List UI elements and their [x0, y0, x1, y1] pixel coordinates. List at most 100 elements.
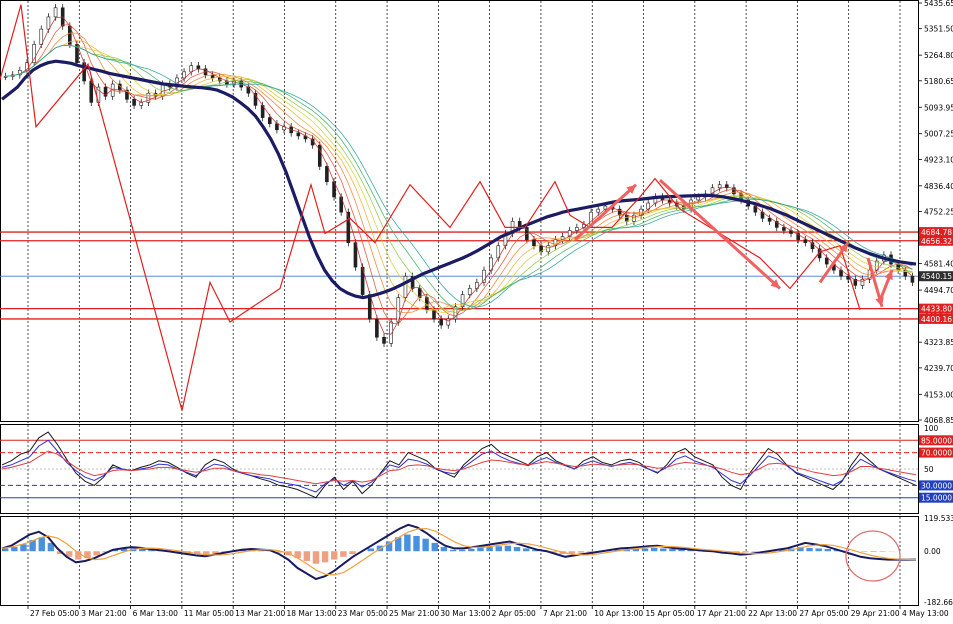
candle-body[interactable]: [447, 319, 450, 325]
candle-body[interactable]: [47, 17, 50, 29]
candle-body[interactable]: [804, 240, 807, 243]
price-axis: 5435.655351.505264.805180.655093.955007.…: [918, 0, 953, 607]
oscillator-level-label: 70.0000: [921, 449, 952, 458]
macd-histogram-bar: [322, 551, 328, 562]
candle-body[interactable]: [911, 276, 914, 282]
y-tick-label: 4752.25: [924, 208, 953, 217]
macd-histogram-bar: [422, 539, 428, 552]
y-tick-label: 5351.50: [924, 25, 953, 34]
oscillator-level-label: 85.0000: [921, 436, 952, 445]
x-tick-label: 25 Mar 21:00: [389, 609, 439, 618]
x-tick-label: 17 Apr 21:00: [697, 609, 746, 618]
y-tick-label: 4323.85: [924, 338, 953, 347]
macd-histogram-bar: [825, 549, 831, 551]
macd-histogram-bar: [20, 544, 26, 551]
price-tag: 4656.32: [919, 236, 953, 246]
macd-histogram-bar: [304, 551, 310, 561]
price-tag: 4433.80: [919, 304, 953, 314]
oscillator-tick-label: 50: [924, 465, 934, 474]
macd-histogram-bar: [441, 547, 447, 551]
y-tick-label: 4581.40: [924, 260, 953, 269]
x-tick-label: 3 Mar 21:00: [81, 609, 127, 618]
candle-body[interactable]: [825, 258, 828, 264]
macd-histogram-bar: [39, 537, 45, 551]
candle-body[interactable]: [40, 29, 43, 44]
candle-body[interactable]: [433, 310, 436, 319]
macd-histogram-bar: [496, 546, 502, 551]
candle-body[interactable]: [354, 243, 357, 267]
y-tick-label: 5435.65: [924, 0, 953, 8]
price-tag: 4400.16: [919, 314, 953, 324]
trading-chart[interactable]: 5435.655351.505264.805180.655093.955007.…: [0, 0, 953, 620]
chart-canvas[interactable]: 5435.655351.505264.805180.655093.955007.…: [0, 0, 953, 620]
x-tick-label: 13 Mar 21:00: [235, 609, 285, 618]
macd-tick-label: 119.5334: [924, 514, 953, 523]
candle-body[interactable]: [268, 118, 271, 124]
y-tick-label: 5093.95: [924, 103, 953, 112]
price-panel-frame: [1, 1, 919, 422]
candle-body[interactable]: [468, 288, 471, 294]
x-tick-label: 23 Mar 05:00: [338, 609, 388, 618]
price-tag: 4684.78: [919, 227, 953, 237]
candle-body[interactable]: [404, 276, 407, 297]
macd-histogram-bar: [486, 547, 492, 551]
macd-histogram-bar: [331, 551, 337, 559]
macd-histogram-bar: [93, 551, 99, 555]
macd-histogram-bar: [870, 551, 876, 552]
x-tick-label: 10 Apr 13:00: [594, 609, 643, 618]
candle-body[interactable]: [768, 218, 771, 221]
macd-tick-label: -182.6615: [924, 598, 953, 607]
y-tick-label: 4923.10: [924, 155, 953, 164]
x-tick-label: 6 Mar 13:00: [133, 609, 179, 618]
candle-body[interactable]: [183, 72, 186, 78]
macd-histogram-bar: [459, 550, 465, 551]
candle-body[interactable]: [54, 8, 57, 17]
macd-histogram-bar: [468, 549, 474, 551]
price-tag-label: 4433.80: [921, 305, 952, 314]
macd-histogram-bar: [669, 549, 675, 551]
x-tick-label: 18 Mar 13:00: [286, 609, 336, 618]
time-axis: 27 Feb 05:003 Mar 21:006 Mar 13:0011 Mar…: [28, 605, 949, 618]
x-tick-label: 27 Feb 05:00: [30, 609, 79, 618]
macd-histogram-bar: [505, 546, 511, 552]
candle-body[interactable]: [575, 227, 578, 230]
candle-body[interactable]: [718, 185, 721, 188]
macd-histogram-bar: [313, 551, 319, 564]
macd-tick-label: 0.00: [924, 547, 941, 556]
oscillator-level-tag: 30.0000: [919, 480, 953, 490]
candle-body[interactable]: [325, 166, 328, 181]
x-tick-label: 2 Apr 05:00: [492, 609, 536, 618]
price-tag-label: 4656.32: [921, 237, 952, 246]
x-tick-label: 30 Mar 13:00: [440, 609, 490, 618]
y-tick-label: 5180.65: [924, 77, 953, 86]
candle-body[interactable]: [697, 197, 700, 200]
grid-layer: [1, 1, 919, 606]
macd-histogram-bar: [578, 551, 584, 552]
oscillator-level-label: 15.0000: [921, 494, 952, 503]
candle-body[interactable]: [532, 240, 535, 246]
oscillator-tick-label: 100: [924, 424, 939, 433]
candle-body[interactable]: [782, 227, 785, 230]
candle-body[interactable]: [297, 133, 300, 136]
candle-body[interactable]: [597, 209, 600, 212]
x-tick-label: 4 May 13:00: [902, 609, 949, 618]
candle-body[interactable]: [861, 279, 864, 285]
macd-histogram-bar: [404, 535, 410, 552]
oscillator-level-label: 30.0000: [921, 481, 952, 490]
candle-body[interactable]: [197, 66, 200, 69]
candle-body[interactable]: [133, 99, 136, 105]
price-tag-label: 4400.16: [921, 315, 952, 324]
y-tick-label: 4494.70: [924, 286, 953, 295]
candle-body[interactable]: [440, 319, 443, 325]
candle-body[interactable]: [383, 337, 386, 343]
candle-body[interactable]: [90, 81, 93, 102]
x-tick-label: 15 Apr 05:00: [646, 609, 695, 618]
oscillator-level-tag: 70.0000: [919, 448, 953, 458]
candle-body[interactable]: [375, 319, 378, 337]
macd-histogram-bar: [432, 543, 438, 551]
y-tick-label: 5007.25: [924, 130, 953, 139]
oscillator-level-tag: 15.0000: [919, 493, 953, 503]
candle-body[interactable]: [275, 124, 278, 130]
macd-histogram-bar: [368, 548, 374, 551]
candle-body[interactable]: [140, 102, 143, 105]
